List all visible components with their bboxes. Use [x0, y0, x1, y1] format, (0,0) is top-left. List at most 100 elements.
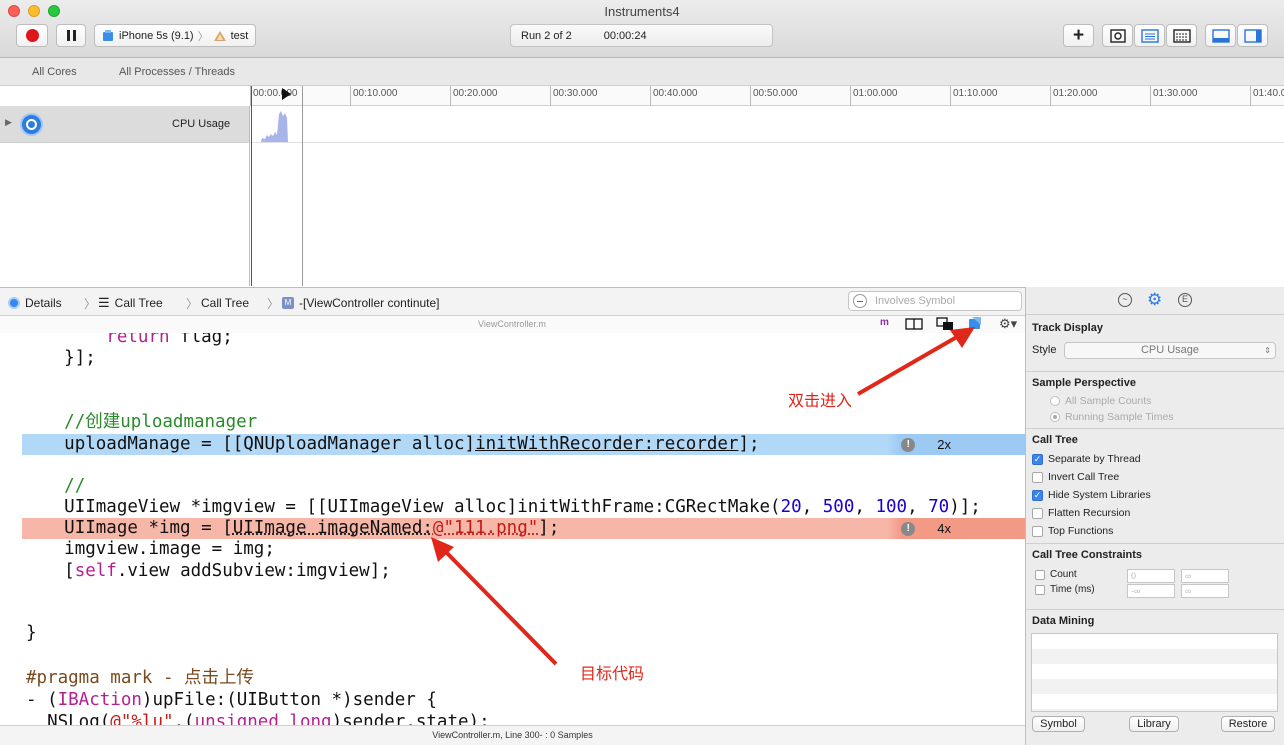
time-min-field[interactable]: -∞	[1127, 584, 1175, 598]
details-icon	[8, 296, 20, 309]
code-text: UIImageView *imgview = [[UIImageView all…	[64, 497, 781, 517]
record-settings-tab-icon[interactable]: ~	[1118, 293, 1132, 307]
assembly-view-icon[interactable]	[936, 317, 954, 331]
code-text: )upFile:(UIButton *)sender {	[141, 690, 437, 710]
target-name: test	[230, 29, 249, 42]
source-code-view[interactable]: return flag; }]; //创建uploadmanager uploa…	[0, 333, 1025, 725]
ruler-tick: 01:00.000	[850, 86, 898, 106]
code-line: #pragma mark - 点击上传	[26, 668, 1025, 689]
code-line: UIImageView *imgview = [[UIImageView all…	[22, 497, 1025, 518]
call-tree-label: Call Tree	[114, 295, 163, 310]
code-text: imgview.image = img;	[64, 539, 275, 559]
status-bar: ViewController.m, Line 300- : 0 Samples	[0, 725, 1025, 745]
code-line-hot-red[interactable]: UIImage *img = [UIImage imageNamed:@"111…	[22, 518, 1025, 539]
method-label: -[ViewController continute]	[299, 295, 440, 310]
add-instrument-button[interactable]: +	[1063, 24, 1094, 47]
playhead-icon[interactable]	[280, 88, 292, 100]
style-value: CPU Usage	[1140, 344, 1200, 356]
extended-detail-tab-icon[interactable]: E	[1178, 293, 1192, 307]
code-link[interactable]: initWithRecorder:recorder	[475, 434, 738, 454]
separate-by-thread-checkbox[interactable]: ✓ Separate by Thread	[1032, 453, 1141, 465]
track-list-empty-area	[0, 143, 250, 286]
data-mining-list[interactable]	[1031, 633, 1278, 712]
device-name: iPhone 5s (9.1)	[119, 29, 194, 42]
details-crumb[interactable]: Details	[8, 288, 62, 317]
code-text: .view addSubview:imgview];	[116, 561, 391, 581]
track-header-cpu-usage[interactable]: ▶ CPU Usage	[0, 106, 250, 143]
code-line: imgview.image = img;	[22, 539, 1025, 560]
call-tree-label: Call Tree	[201, 295, 250, 310]
section-title: Data Mining	[1032, 615, 1095, 627]
code-text: )sender.state);	[331, 712, 490, 725]
record-button[interactable]	[16, 24, 48, 47]
code-text: ,	[907, 497, 929, 517]
count-min-field[interactable]: 0	[1127, 569, 1175, 583]
code-text: UIImage *img = [	[64, 518, 233, 538]
invert-call-tree-checkbox[interactable]: Invert Call Tree	[1032, 471, 1119, 483]
section-title: Call Tree Constraints	[1032, 549, 1143, 561]
section-title: Call Tree	[1032, 434, 1078, 446]
disclosure-triangle-icon[interactable]: ▶	[5, 117, 12, 128]
device-icon	[103, 29, 113, 41]
all-cores-filter[interactable]: All Cores	[32, 66, 77, 78]
count-constraint-checkbox[interactable]: Count	[1035, 569, 1110, 580]
code-line: - (IBAction)upFile:(UIButton *)sender {	[26, 690, 1025, 711]
count-max-field[interactable]: ∞	[1181, 569, 1229, 583]
radio-icon	[1050, 396, 1060, 406]
library-button[interactable]: Library	[1129, 716, 1179, 732]
list-view-button[interactable]	[1134, 24, 1165, 47]
section-title: Sample Perspective	[1032, 377, 1136, 389]
checkbox-icon	[1035, 584, 1045, 595]
display-settings-gear-icon[interactable]: ⚙	[1147, 290, 1162, 310]
target-device-selector[interactable]: iPhone 5s (9.1) 〉 test	[94, 24, 256, 47]
source-file-icon[interactable]: m	[880, 317, 889, 328]
code-line-hot-blue[interactable]: uploadManage = [[QNUploadManager alloc]i…	[22, 434, 1025, 455]
top-functions-checkbox[interactable]: Top Functions	[1032, 525, 1113, 537]
pause-button[interactable]	[56, 24, 86, 47]
window-titlebar: Instruments4 iPhone 5s (9.1) 〉 test Run …	[0, 0, 1284, 58]
toggle-detail-pane-button[interactable]	[1205, 24, 1236, 47]
all-sample-counts-radio[interactable]: All Sample Counts	[1050, 395, 1151, 407]
code-string: @"111.png"	[432, 518, 539, 538]
checkbox-label: Flatten Recursion	[1048, 507, 1131, 519]
checkbox-icon	[1032, 525, 1043, 537]
method-crumb[interactable]: M -[ViewController continute]	[282, 288, 440, 317]
split-view-icon[interactable]	[905, 318, 923, 330]
hide-system-libraries-checkbox[interactable]: ✓ Hide System Libraries	[1032, 489, 1151, 501]
involves-symbol-search-field[interactable]: Involves Symbol	[848, 291, 1022, 311]
ruler-tick: 00:40.000	[650, 86, 698, 106]
annotation-double-click: 双击进入	[788, 393, 853, 410]
code-text: }	[26, 623, 37, 643]
checkbox-label: Count	[1050, 569, 1077, 580]
code-comment: //	[64, 476, 86, 496]
table-icon	[1172, 28, 1191, 43]
code-line: }	[26, 623, 1025, 644]
time-constraint-checkbox[interactable]: Time (ms)	[1035, 584, 1110, 595]
sample-annotation: ! 4x	[887, 518, 1025, 539]
code-line: //	[22, 476, 1025, 497]
timeline-ruler[interactable]: 00:00.000 00:10.000 00:20.000 00:30.000 …	[250, 86, 1284, 106]
call-tree-crumb-2[interactable]: Call Tree	[201, 288, 249, 317]
code-number: 500	[822, 497, 855, 517]
warning-icon: !	[901, 521, 916, 536]
table-view-button[interactable]	[1166, 24, 1197, 47]
restore-button[interactable]: Restore	[1221, 716, 1275, 732]
flatten-recursion-checkbox[interactable]: Flatten Recursion	[1032, 507, 1130, 519]
code-link[interactable]: UIImage imageNamed:	[233, 518, 433, 538]
gear-icon[interactable]: ⚙▾	[999, 316, 1017, 332]
style-dropdown[interactable]: CPU Usage ⇕	[1064, 342, 1276, 359]
toggle-inspector-button[interactable]	[1237, 24, 1268, 47]
code-number: 20	[780, 497, 802, 517]
time-max-field[interactable]: ∞	[1181, 584, 1229, 598]
method-badge-icon: M	[282, 296, 294, 309]
code-line: }];	[22, 348, 1025, 369]
call-tree-crumb[interactable]: ☰ Call Tree	[98, 288, 163, 317]
open-in-xcode-icon[interactable]	[967, 316, 983, 332]
breadcrumb-chevron-icon: 〉	[197, 30, 209, 43]
record-settings-button[interactable]	[1102, 24, 1133, 47]
breadcrumb-chevron-icon: 〉	[84, 297, 97, 311]
cpu-usage-track-lane[interactable]	[250, 106, 1284, 143]
all-processes-filter[interactable]: All Processes / Threads	[119, 66, 235, 78]
symbol-button[interactable]: Symbol	[1032, 716, 1085, 732]
running-sample-times-radio[interactable]: Running Sample Times	[1050, 411, 1174, 423]
